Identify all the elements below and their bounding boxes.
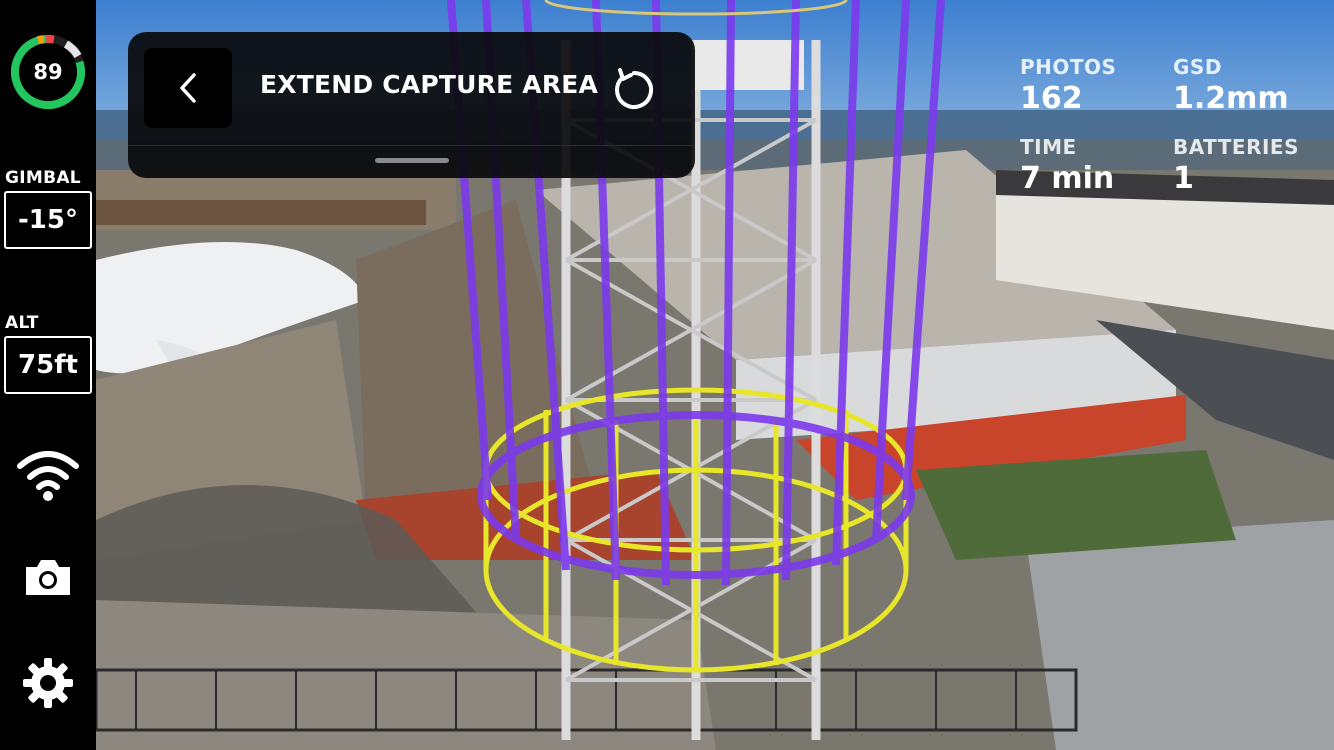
photos-value: 162: [1020, 81, 1083, 116]
panel-title: EXTEND CAPTURE AREA: [260, 70, 599, 99]
gsd-label: GSD: [1173, 55, 1222, 79]
batteries-label: BATTERIES: [1173, 135, 1299, 159]
refresh-icon: [615, 68, 654, 109]
drag-handle[interactable]: [375, 158, 449, 163]
camera-icon[interactable]: [16, 555, 80, 615]
time-label: TIME: [1020, 135, 1077, 159]
batteries-value: 1: [1173, 161, 1194, 196]
reset-button[interactable]: [608, 64, 660, 116]
chevron-left-icon: [180, 73, 196, 103]
gimbal-label: GIMBAL: [5, 168, 81, 188]
gimbal-value[interactable]: -15°: [4, 191, 92, 249]
time-value: 7 min: [1020, 161, 1115, 196]
capture-area-panel: EXTEND CAPTURE AREA: [128, 32, 695, 178]
altitude-value[interactable]: 75ft: [4, 336, 92, 394]
battery-percentage: 89: [33, 60, 63, 84]
left-sidebar: 89 GIMBAL -15° ALT 75ft: [0, 0, 96, 750]
gear-icon[interactable]: [16, 656, 80, 716]
wifi-icon[interactable]: [16, 448, 80, 508]
alt-label: ALT: [5, 313, 39, 333]
back-button[interactable]: [144, 48, 232, 128]
photos-label: PHOTOS: [1020, 55, 1117, 79]
gsd-value: 1.2mm: [1173, 81, 1289, 116]
battery-indicator: 89: [8, 32, 88, 112]
panel-divider: [128, 145, 695, 146]
